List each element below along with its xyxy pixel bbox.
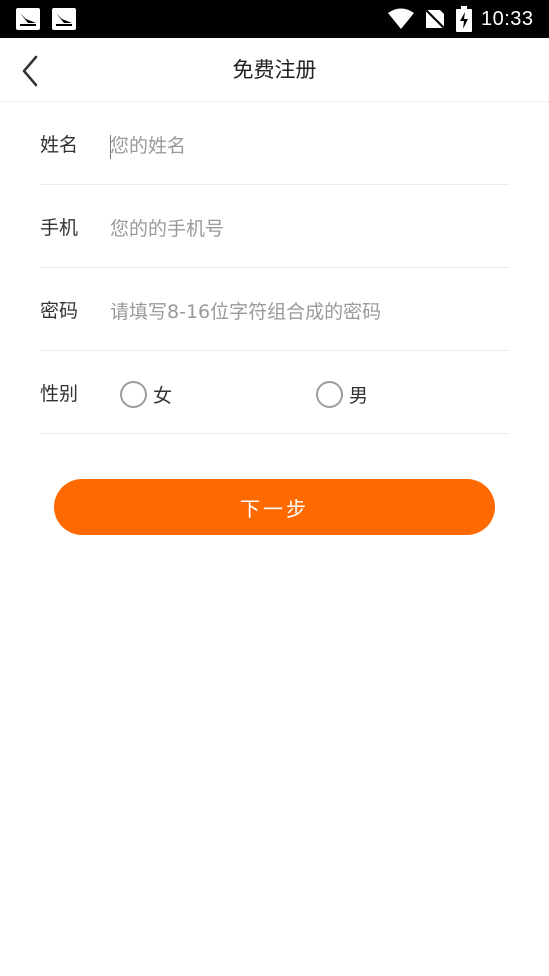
password-input[interactable] (110, 296, 505, 328)
text-cursor (110, 135, 111, 159)
gender-male-label: 男 (349, 384, 369, 407)
password-label: 密码 (40, 300, 79, 322)
gender-female-radio[interactable]: 女 (120, 379, 172, 409)
gender-female-label: 女 (153, 384, 173, 407)
gender-row: 性别 女 男 (40, 351, 509, 434)
phone-row: 手机 (40, 185, 509, 268)
page-title: 免费注册 (232, 58, 317, 82)
battery-charging-icon (456, 6, 472, 32)
registration-form: 姓名 手机 密码 性别 女 男 (40, 102, 509, 434)
gender-male-radio[interactable]: 男 (316, 379, 368, 409)
name-row: 姓名 (40, 102, 509, 185)
name-input[interactable] (110, 130, 505, 162)
password-row: 密码 (40, 268, 509, 351)
nav-bar: 免费注册 (0, 38, 549, 102)
name-label: 姓名 (40, 134, 79, 156)
phone-input[interactable] (110, 213, 505, 245)
next-step-button[interactable]: 下一步 (54, 479, 495, 535)
gender-label: 性别 (40, 383, 79, 405)
notification-icon (16, 8, 40, 30)
no-sim-signal-icon (425, 9, 445, 29)
phone-label: 手机 (40, 217, 79, 239)
status-time: 10:33 (481, 8, 534, 30)
radio-circle-icon[interactable] (316, 380, 343, 408)
status-bar: 10:33 (0, 0, 549, 38)
notification-icon (52, 8, 76, 30)
wifi-icon (388, 8, 414, 29)
radio-circle-icon[interactable] (120, 380, 147, 408)
